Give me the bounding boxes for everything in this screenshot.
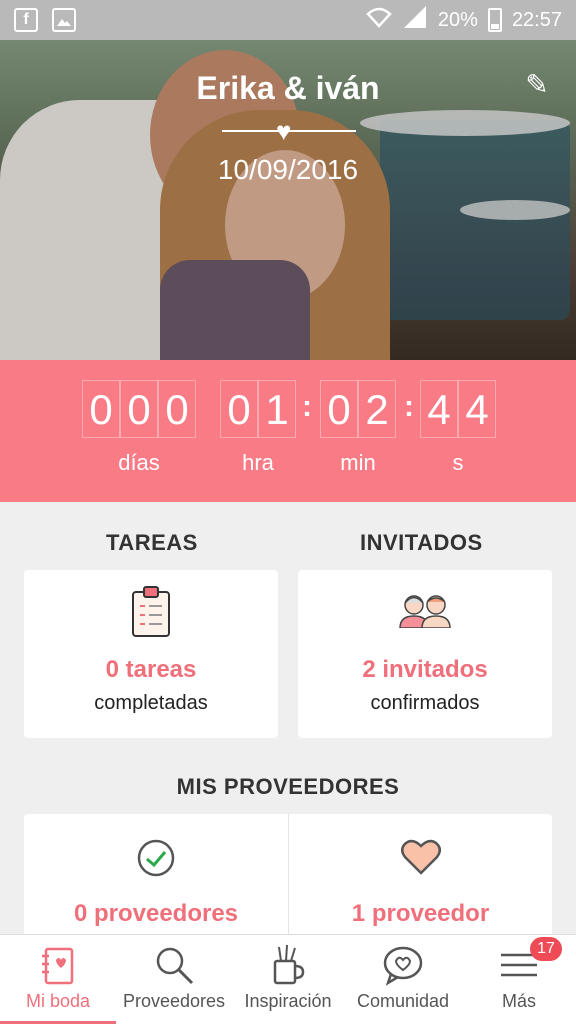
vendors-saved-card[interactable]: 1 proveedor bbox=[288, 814, 552, 944]
nav-item-mas[interactable]: 17 Más bbox=[462, 935, 576, 1024]
battery-icon bbox=[487, 8, 502, 32]
countdown-days-label: días bbox=[118, 450, 160, 475]
countdown-colon: : bbox=[302, 390, 312, 423]
vendors-hired-count: 0 proveedores bbox=[73, 900, 239, 927]
countdown-digit: 0 bbox=[82, 380, 120, 438]
countdown-hours: 0 1 bbox=[220, 380, 296, 438]
vendors-title: MIS PROVEEDORES bbox=[176, 774, 400, 799]
countdown-digit: 2 bbox=[358, 380, 396, 438]
facebook-icon: f bbox=[14, 8, 38, 32]
notification-badge: 17 bbox=[530, 937, 562, 961]
guests-card[interactable]: 2 invitados confirmados bbox=[298, 570, 552, 738]
chat-heart-icon bbox=[381, 943, 425, 987]
countdown-digit: 1 bbox=[258, 380, 296, 438]
nav-label: Más bbox=[501, 991, 536, 1011]
nav-item-proveedores[interactable]: Proveedores bbox=[116, 935, 232, 1024]
countdown-minutes-label: min bbox=[340, 450, 376, 475]
heart-icon: ♥ bbox=[276, 116, 292, 146]
countdown-seconds-label: s bbox=[452, 450, 464, 475]
countdown-digit: 4 bbox=[420, 380, 458, 438]
nav-item-comunidad[interactable]: Comunidad bbox=[344, 935, 462, 1024]
countdown-colon: : bbox=[404, 390, 414, 423]
bottom-navigation: Mi boda Proveedores Inspiración Comunida… bbox=[0, 934, 576, 1024]
nav-item-inspiracion[interactable]: Inspiración bbox=[232, 935, 344, 1024]
checkmark-circle-icon bbox=[136, 838, 176, 883]
search-icon bbox=[152, 943, 196, 987]
wedding-date: 10/09/2016 bbox=[217, 154, 359, 185]
guests-status: confirmados bbox=[370, 692, 480, 714]
tasks-title: TAREAS bbox=[106, 530, 198, 555]
tasks-card[interactable]: 0 tareas completadas bbox=[24, 570, 278, 738]
clock: 22:57 bbox=[511, 8, 562, 31]
countdown-digit: 4 bbox=[458, 380, 496, 438]
countdown-digit: 0 bbox=[158, 380, 196, 438]
countdown-panel: 0 0 0 0 1 : 0 2 : 4 4 días hra min s bbox=[0, 360, 576, 502]
nav-label: Proveedores bbox=[122, 991, 226, 1011]
signal-icon bbox=[402, 6, 428, 34]
guests-title: INVITADOS bbox=[360, 530, 483, 555]
countdown-hours-label: hra bbox=[242, 450, 274, 475]
couple-photo-header: Erika & iván ♥ 10/09/2016 ✎ bbox=[0, 40, 576, 360]
guests-count: 2 invitados bbox=[362, 656, 488, 683]
clipboard-icon bbox=[131, 586, 171, 643]
countdown-digit: 0 bbox=[320, 380, 358, 438]
countdown-digit: 0 bbox=[120, 380, 158, 438]
countdown-seconds: 4 4 bbox=[420, 380, 496, 438]
tasks-status: completadas bbox=[94, 692, 208, 714]
edit-pencil-icon[interactable]: ✎ bbox=[522, 70, 552, 100]
countdown-digit: 0 bbox=[220, 380, 258, 438]
countdown-minutes: 0 2 bbox=[320, 380, 396, 438]
vendors-hired-card[interactable]: 0 proveedores bbox=[24, 814, 288, 944]
status-bar: f 20% 22:57 bbox=[0, 0, 576, 40]
nav-label: Mi boda bbox=[25, 991, 91, 1011]
battery-percent: 20% bbox=[437, 8, 478, 31]
guests-icon bbox=[398, 594, 452, 633]
countdown-days: 0 0 0 bbox=[82, 380, 196, 438]
heart-outline-icon bbox=[400, 838, 442, 881]
notebook-icon bbox=[36, 943, 80, 987]
tasks-count: 0 tareas bbox=[105, 656, 197, 683]
vendors-saved-count: 1 proveedor bbox=[351, 900, 490, 927]
cup-icon bbox=[266, 943, 310, 987]
nav-item-mi-boda[interactable]: Mi boda bbox=[0, 935, 116, 1024]
couple-names: Erika & iván bbox=[196, 70, 380, 106]
nav-label: Inspiración bbox=[244, 991, 332, 1011]
wifi-icon bbox=[366, 6, 392, 34]
image-icon bbox=[52, 8, 76, 32]
nav-label: Comunidad bbox=[356, 991, 450, 1011]
